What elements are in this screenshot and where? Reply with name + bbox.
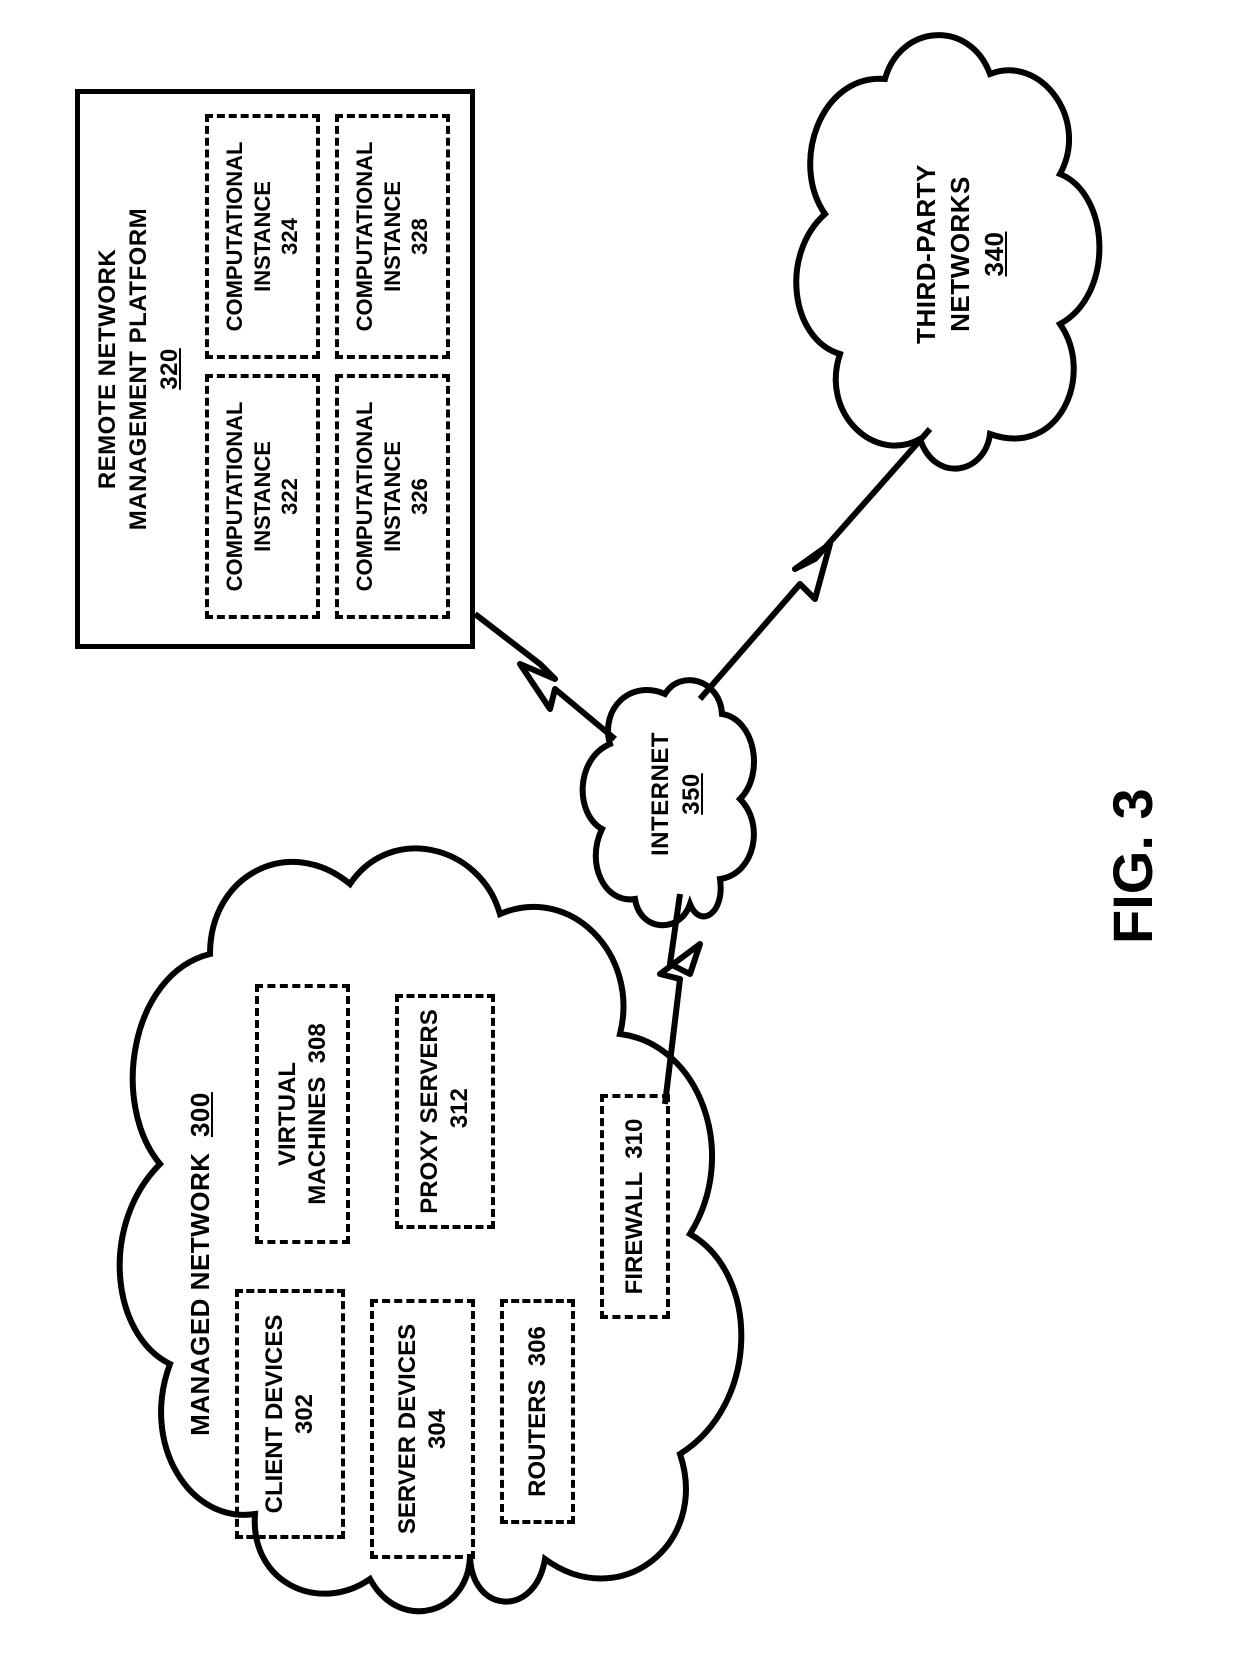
ci-328-label: COMPUTATIONAL INSTANCE [352, 142, 405, 332]
ci-328-box: COMPUTATIONAL INSTANCE 328 [335, 114, 450, 359]
remote-platform-title2: MANAGEMENT PLATFORM [125, 208, 152, 530]
routers-box: ROUTERS 306 [500, 1299, 575, 1524]
remote-platform-title: REMOTE NETWORK MANAGEMENT PLATFORM 320 [92, 94, 186, 644]
ci-322-box: COMPUTATIONAL INSTANCE 322 [205, 374, 320, 619]
virtual-machines-box: VIRTUAL MACHINES 308 [255, 984, 350, 1244]
ci-326-ref: 326 [407, 478, 432, 515]
third-party-ref: 340 [979, 232, 1009, 277]
link-internet-thirdparty [700, 429, 930, 699]
ci-322-label: COMPUTATIONAL INSTANCE [222, 402, 275, 592]
remote-platform-box: REMOTE NETWORK MANAGEMENT PLATFORM 320 C… [75, 89, 475, 649]
managed-network-title: MANAGED NETWORK 300 [185, 1084, 216, 1444]
client-devices-label: CLIENT DEVICES [261, 1315, 288, 1514]
internet-label: INTERNET 350 [645, 714, 707, 874]
ci-326-label: COMPUTATIONAL INSTANCE [352, 402, 405, 592]
third-party-line2: NETWORKS [945, 176, 975, 332]
virtual-machines-ref: 308 [304, 1023, 331, 1063]
managed-network-ref: 300 [185, 1092, 215, 1137]
proxy-servers-box: PROXY SERVERS 312 [395, 994, 495, 1229]
routers-label: ROUTERS [524, 1380, 551, 1497]
ci-324-ref: 324 [277, 218, 302, 255]
client-devices-ref: 302 [291, 1394, 318, 1434]
ci-324-box: COMPUTATIONAL INSTANCE 324 [205, 114, 320, 359]
third-party-label: THIRD-PARTY NETWORKS 340 [910, 134, 1011, 374]
internet-ref: 350 [678, 773, 705, 815]
link-internet-remote [475, 614, 615, 739]
server-devices-label: SERVER DEVICES [394, 1324, 421, 1534]
client-devices-box: CLIENT DEVICES 302 [235, 1289, 345, 1539]
managed-network-title-text: MANAGED NETWORK [185, 1153, 215, 1436]
third-party-line1: THIRD-PARTY [911, 164, 941, 344]
server-devices-box: SERVER DEVICES 304 [370, 1299, 475, 1559]
internet-text: INTERNET [647, 732, 674, 856]
ci-328-ref: 328 [407, 218, 432, 255]
remote-platform-title1: REMOTE NETWORK [94, 249, 121, 489]
ci-326-box: COMPUTATIONAL INSTANCE 326 [335, 374, 450, 619]
firewall-label: FIREWALL [621, 1172, 648, 1294]
proxy-servers-ref: 312 [446, 1088, 473, 1128]
firewall-box: FIREWALL 310 [600, 1094, 670, 1319]
firewall-ref: 310 [621, 1119, 648, 1159]
ci-324-label: COMPUTATIONAL INSTANCE [222, 142, 275, 332]
ci-322-ref: 322 [277, 478, 302, 515]
proxy-servers-label: PROXY SERVERS [416, 1009, 443, 1214]
remote-platform-ref: 320 [156, 348, 183, 390]
routers-ref: 306 [524, 1326, 551, 1366]
virtual-machines-label: VIRTUAL MACHINES [274, 1062, 331, 1205]
figure-label: FIG. 3 [1100, 788, 1165, 944]
server-devices-ref: 304 [424, 1409, 451, 1449]
